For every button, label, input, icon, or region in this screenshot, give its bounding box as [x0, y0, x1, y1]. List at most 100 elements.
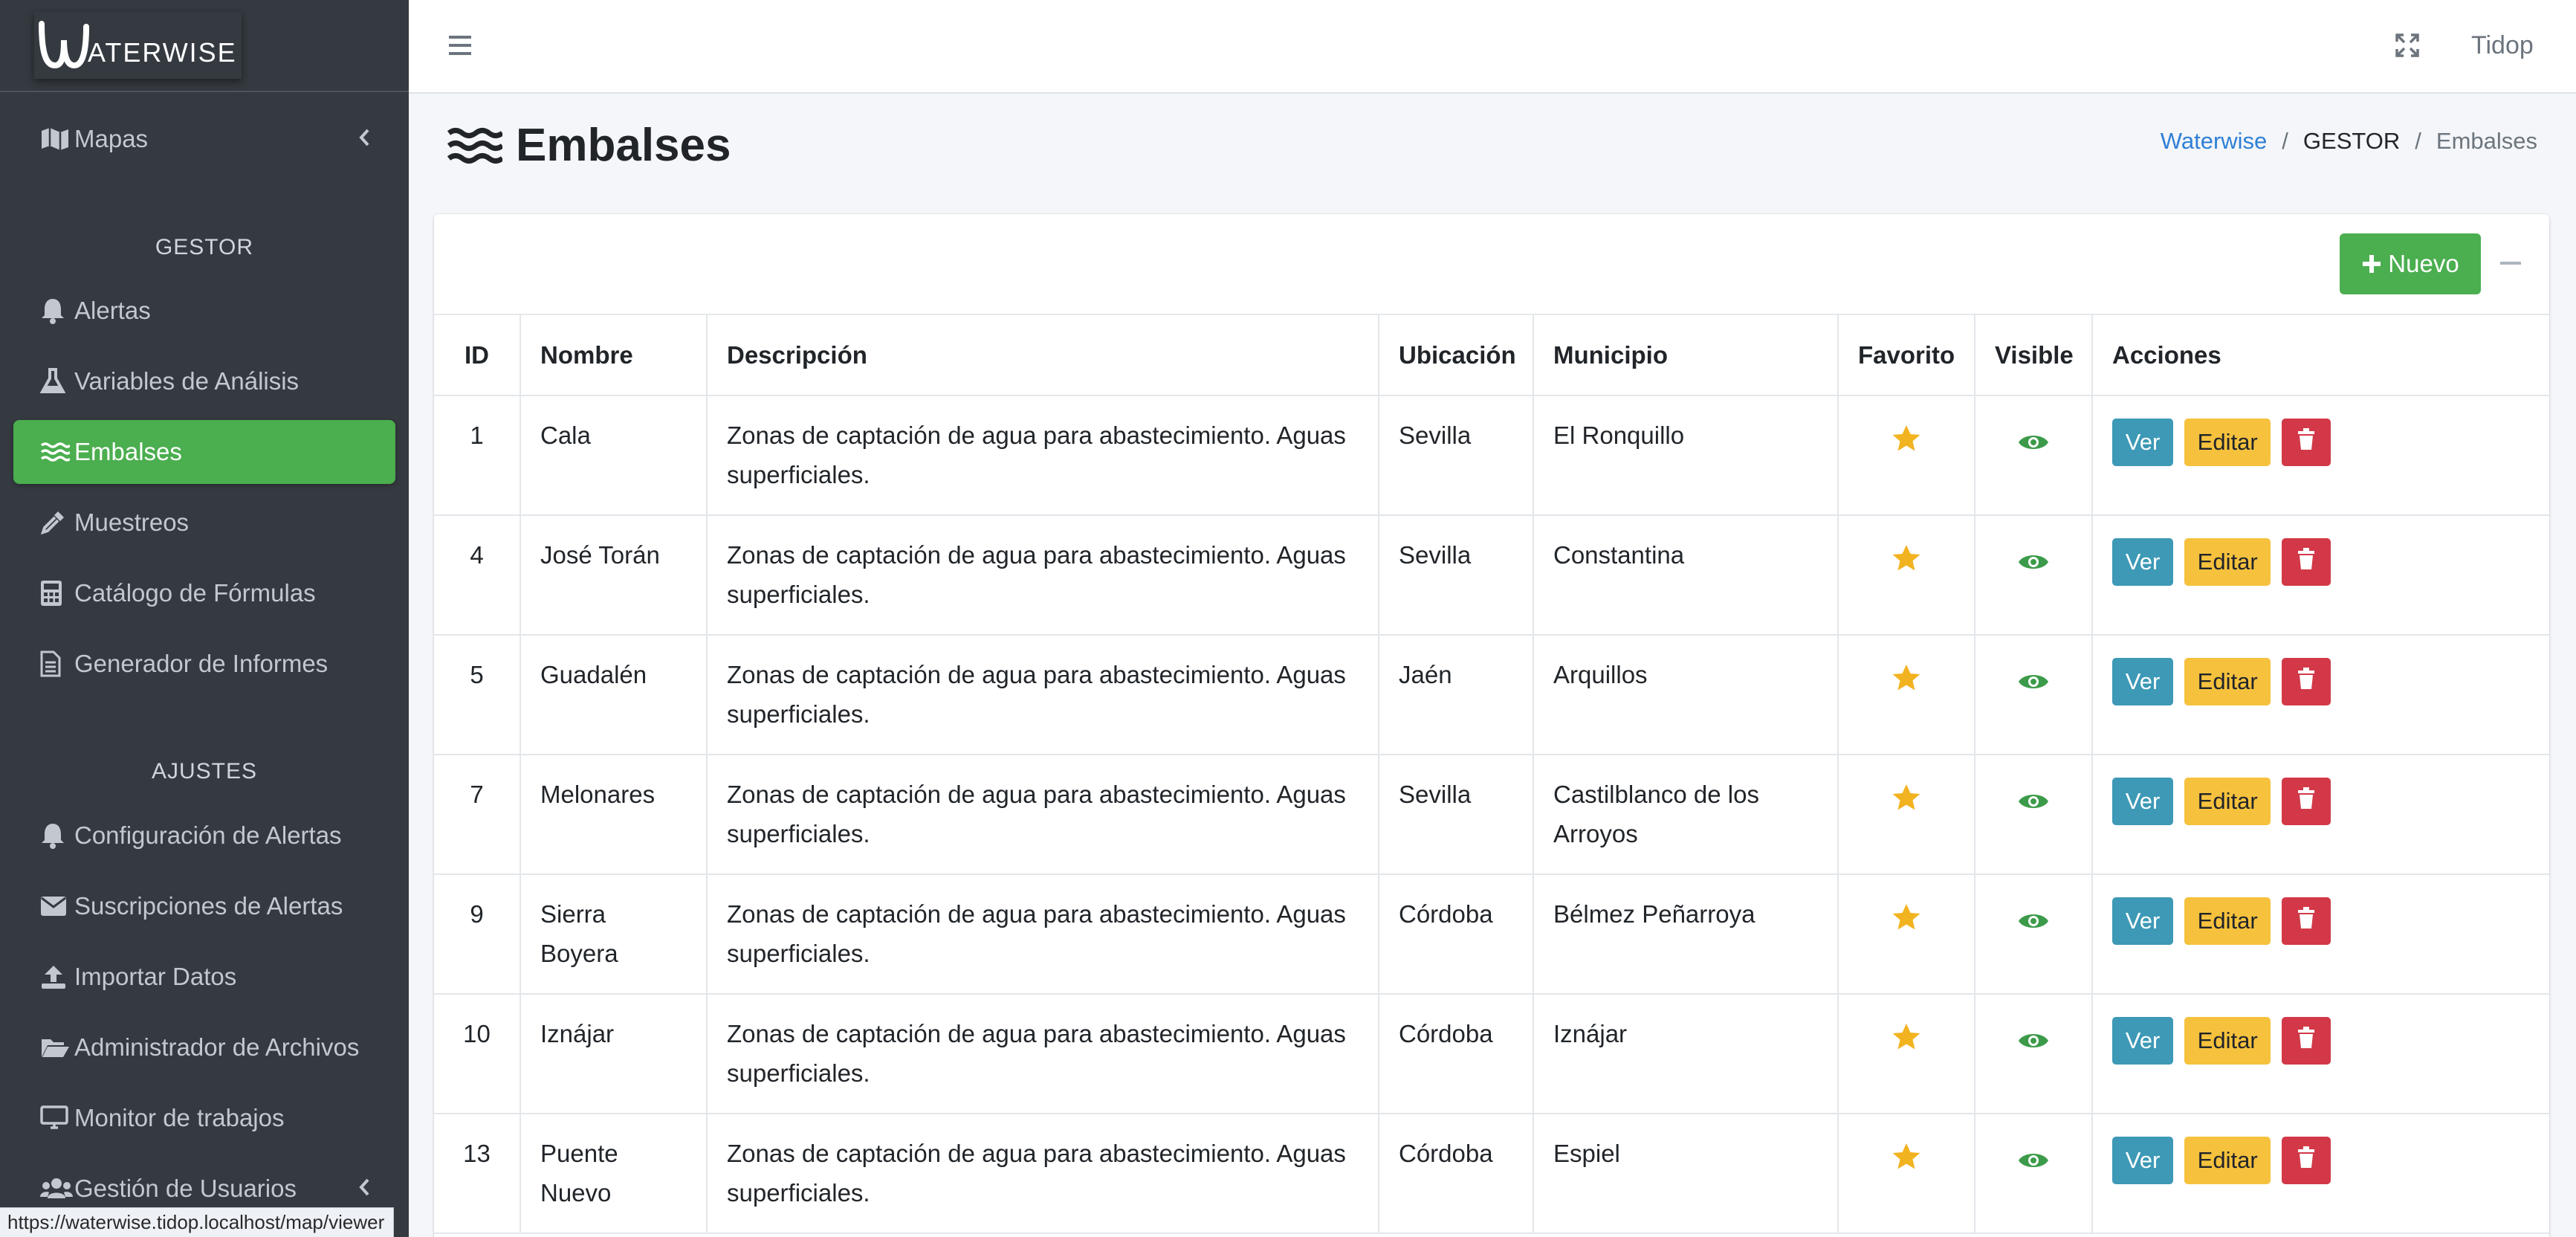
view-button[interactable]: Ver	[2112, 419, 2173, 466]
column-header-visible[interactable]: Visible	[1974, 315, 2093, 396]
edit-button[interactable]: Editar	[2184, 897, 2271, 945]
cell-nombre: Iznájar	[520, 993, 708, 1114]
sidebar-item-generador-informes[interactable]: Generador de Informes	[13, 632, 395, 696]
breadcrumb-root-link[interactable]: Waterwise	[2161, 128, 2268, 155]
view-button[interactable]: Ver	[2112, 1137, 2173, 1184]
cell-ubicacion: Sevilla	[1378, 395, 1534, 516]
star-icon[interactable]	[1891, 1024, 1921, 1056]
sidebar-item-catalogo-formulas[interactable]: Catálogo de Fórmulas	[13, 561, 395, 625]
sidebar-item-importar-datos[interactable]: Importar Datos	[13, 945, 395, 1009]
cell-municipio: Iznájar	[1533, 993, 1839, 1114]
file-icon	[40, 649, 74, 679]
sidebar-item-mapas[interactable]: Mapas	[13, 107, 395, 171]
star-icon[interactable]	[1891, 425, 1921, 458]
delete-button[interactable]	[2282, 1137, 2331, 1184]
cell-municipio: Castilblanco de los Arroyos	[1533, 754, 1839, 875]
table-row: 5 Guadalén Zonas de captación de agua pa…	[434, 634, 2549, 755]
edit-button[interactable]: Editar	[2184, 1137, 2271, 1184]
delete-button[interactable]	[2282, 538, 2331, 586]
sidebar-item-muestreos[interactable]: Muestreos	[13, 491, 395, 555]
delete-button[interactable]	[2282, 658, 2331, 705]
sidebar-item-administrador-archivos[interactable]: Administrador de Archivos	[13, 1015, 395, 1079]
sidebar-item-label: Embalses	[74, 438, 182, 465]
column-header-ubicacion[interactable]: Ubicación	[1378, 315, 1534, 396]
eye-icon[interactable]	[2018, 430, 2049, 458]
edit-button[interactable]: Editar	[2184, 1017, 2271, 1065]
column-header-municipio[interactable]: Municipio	[1533, 315, 1839, 396]
cell-favorito	[1837, 395, 1975, 516]
delete-button[interactable]	[2282, 1017, 2331, 1065]
fullscreen-icon[interactable]	[2395, 33, 2420, 62]
sidebar-item-variables-analisis[interactable]: Variables de Análisis	[13, 349, 395, 413]
chevron-left-icon	[358, 1175, 370, 1203]
column-header-nombre[interactable]: Nombre	[520, 315, 708, 396]
collapse-minus-icon[interactable]	[2500, 262, 2521, 265]
trash-icon	[2297, 787, 2315, 815]
cell-id: 5	[434, 634, 521, 755]
cell-favorito	[1837, 993, 1975, 1114]
eye-icon[interactable]	[2018, 789, 2049, 817]
cell-nombre: Melonares	[520, 754, 708, 875]
view-button[interactable]: Ver	[2112, 658, 2173, 705]
star-icon[interactable]	[1891, 545, 1921, 578]
cell-ubicacion: Jaén	[1378, 634, 1534, 755]
sidebar-item-configuracion-alertas[interactable]: Configuración de Alertas	[13, 804, 395, 868]
delete-button[interactable]	[2282, 419, 2331, 466]
view-button[interactable]: Ver	[2112, 1017, 2173, 1065]
star-icon[interactable]	[1891, 1143, 1921, 1176]
sidebar-item-label: Monitor de trabajos	[74, 1104, 285, 1131]
eye-icon[interactable]	[2018, 670, 2049, 697]
cell-acciones: Ver Editar	[2091, 754, 2549, 875]
cell-descripcion: Zonas de captación de agua para abasteci…	[706, 514, 1379, 636]
upload-icon	[40, 962, 74, 992]
edit-button[interactable]: Editar	[2184, 538, 2271, 586]
sidebar-item-label: Gestión de Usuarios	[74, 1175, 297, 1202]
star-icon[interactable]	[1891, 904, 1921, 937]
waterwise-logo-icon	[39, 21, 89, 69]
sidebar-item-suscripciones-alertas[interactable]: Suscripciones de Alertas	[13, 874, 395, 938]
sidebar-item-embalses[interactable]: Embalses	[13, 420, 395, 484]
cell-id: 13	[434, 1113, 521, 1234]
edit-button[interactable]: Editar	[2184, 658, 2271, 705]
delete-button[interactable]	[2282, 778, 2331, 825]
table-header-row: ID Nombre Descripción Ubicación Municipi…	[434, 315, 2549, 396]
delete-button[interactable]	[2282, 897, 2331, 945]
view-button[interactable]: Ver	[2112, 538, 2173, 586]
eye-icon[interactable]	[2018, 1029, 2049, 1056]
embalses-table: ID Nombre Descripción Ubicación Municipi…	[434, 315, 2549, 1234]
sidebar-item-alertas[interactable]: Alertas	[13, 279, 395, 343]
cell-acciones: Ver Editar	[2091, 1113, 2549, 1234]
brand-logo[interactable]: ATERWISE	[34, 12, 242, 79]
star-icon[interactable]	[1891, 784, 1921, 817]
eye-icon[interactable]	[2018, 550, 2049, 578]
eye-icon[interactable]	[2018, 1149, 2049, 1176]
status-bar-url: https://waterwise.tidop.localhost/map/vi…	[0, 1207, 394, 1237]
cell-visible	[1974, 395, 2093, 516]
column-header-id[interactable]: ID	[434, 315, 521, 396]
cell-id: 9	[434, 873, 521, 995]
cell-acciones: Ver Editar	[2091, 993, 2549, 1114]
new-button[interactable]: Nuevo	[2340, 233, 2481, 294]
desktop-icon	[40, 1103, 74, 1133]
cell-municipio: Bélmez Peñarroya	[1533, 873, 1839, 995]
column-header-descripcion[interactable]: Descripción	[706, 315, 1379, 396]
column-header-favorito[interactable]: Favorito	[1837, 315, 1975, 396]
view-button[interactable]: Ver	[2112, 897, 2173, 945]
eye-icon[interactable]	[2018, 909, 2049, 937]
view-button[interactable]: Ver	[2112, 778, 2173, 825]
cell-favorito	[1837, 634, 1975, 755]
star-icon[interactable]	[1891, 665, 1921, 697]
cell-acciones: Ver Editar	[2091, 873, 2549, 995]
table-row: 9 Sierra Boyera Zonas de captación de ag…	[434, 873, 2549, 995]
brand[interactable]: ATERWISE	[0, 0, 409, 92]
cell-descripcion: Zonas de captación de agua para abasteci…	[706, 1113, 1379, 1234]
cell-acciones: Ver Editar	[2091, 395, 2549, 516]
sidebar-item-monitor-trabajos[interactable]: Monitor de trabajos	[13, 1086, 395, 1150]
hamburger-menu-icon[interactable]	[447, 34, 473, 60]
edit-button[interactable]: Editar	[2184, 419, 2271, 466]
edit-button[interactable]: Editar	[2184, 778, 2271, 825]
user-menu[interactable]: Tidop	[2471, 31, 2534, 60]
sidebar-section-ajustes: AJUSTES	[151, 759, 258, 784]
bell-icon	[40, 296, 74, 326]
cell-ubicacion: Córdoba	[1378, 993, 1534, 1114]
